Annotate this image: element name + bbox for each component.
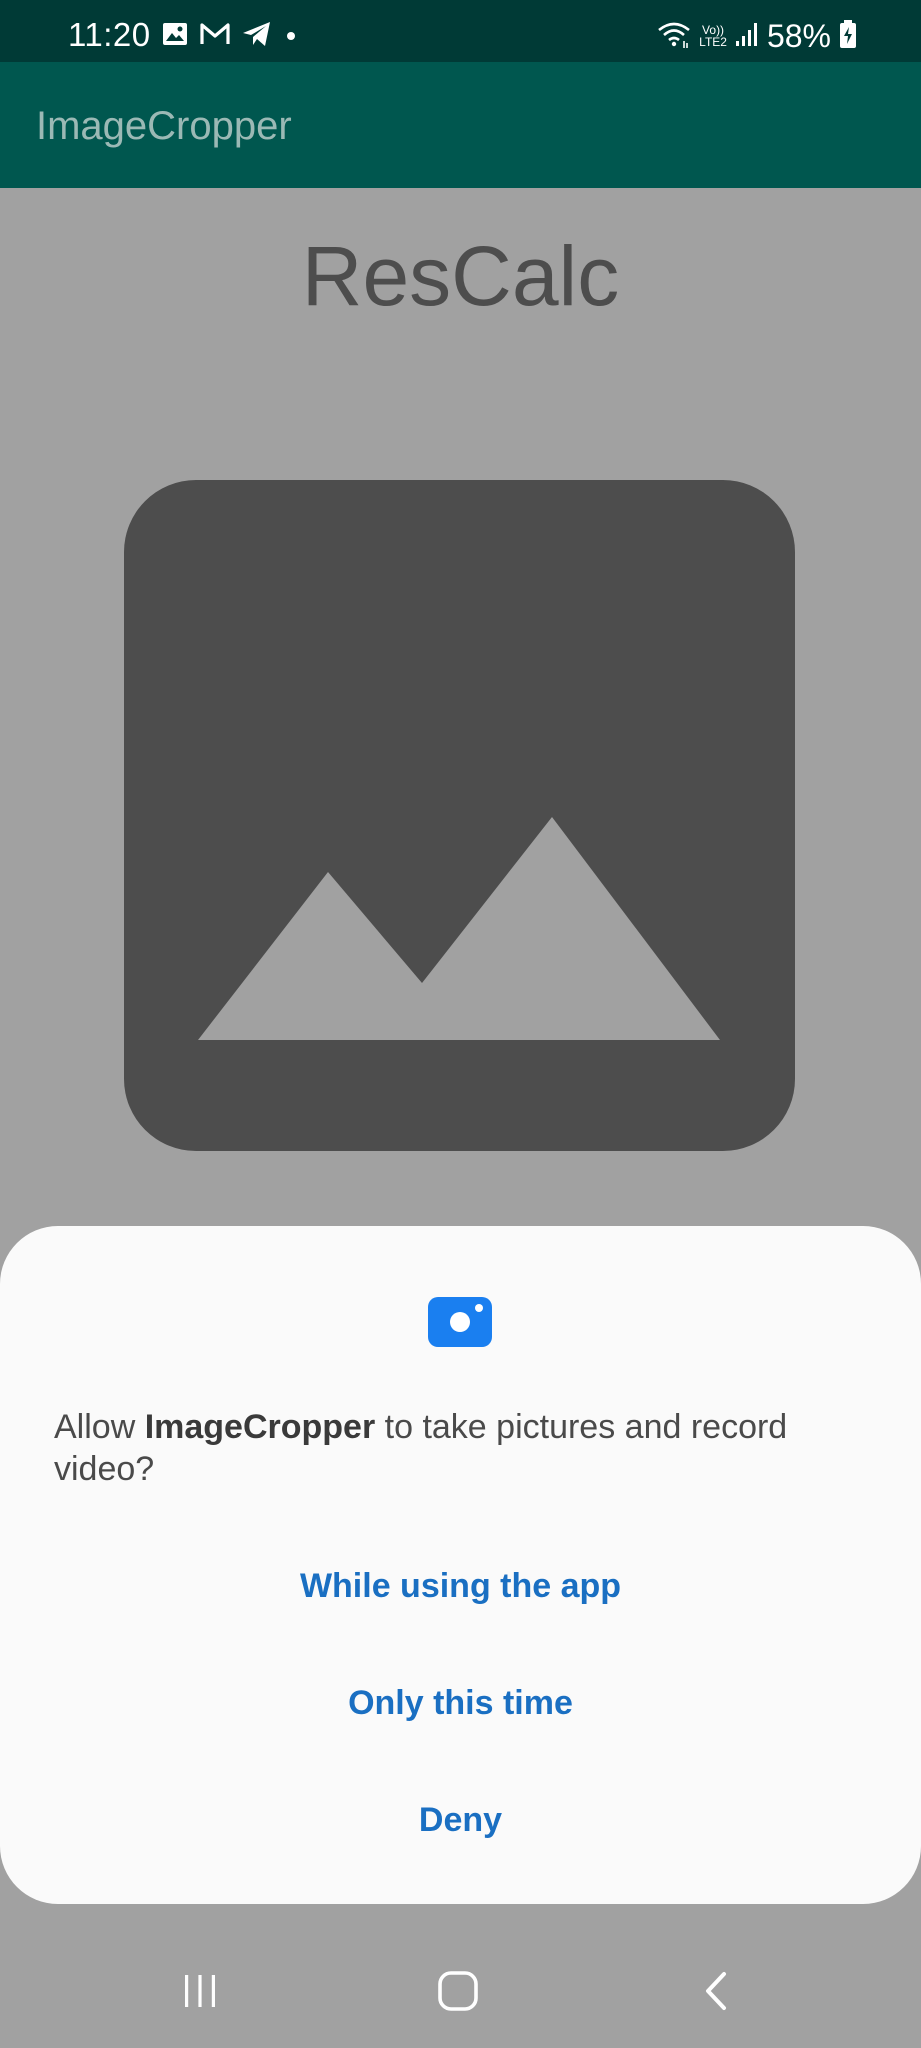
deny-button[interactable]: Deny xyxy=(0,1780,921,1860)
camera-icon xyxy=(428,1297,492,1347)
permission-message: Allow ImageCropper to take pictures and … xyxy=(54,1406,866,1490)
page-title: ResCalc xyxy=(301,229,620,323)
app-bar: ImageCropper xyxy=(0,62,921,188)
telegram-icon xyxy=(242,21,272,52)
back-button[interactable] xyxy=(636,1938,796,2048)
message-prefix: Allow xyxy=(54,1408,145,1446)
image-icon xyxy=(162,22,188,51)
notification-icons xyxy=(162,21,298,52)
home-button[interactable] xyxy=(378,1938,538,2048)
gmail-icon xyxy=(200,22,230,51)
signal-icon xyxy=(735,21,759,52)
system-status-icons: Vo)) LTE2 58% xyxy=(657,18,857,54)
image-placeholder[interactable] xyxy=(124,480,795,1151)
home-icon xyxy=(436,1969,480,2018)
status-bar: 11:20 Vo)) LTE2 58% xyxy=(0,0,921,62)
volte-lte-icon: Vo)) LTE2 xyxy=(699,24,727,48)
lte-label: LTE2 xyxy=(699,35,727,49)
status-time: 11:20 xyxy=(68,16,151,53)
navigation-bar xyxy=(0,1938,921,2048)
image-placeholder-icon xyxy=(124,480,795,1151)
permission-dialog: Allow ImageCropper to take pictures and … xyxy=(0,1226,921,1904)
battery-percentage: 58% xyxy=(766,18,831,54)
while-using-app-button[interactable]: While using the app xyxy=(0,1546,921,1626)
recents-icon xyxy=(180,1971,220,2016)
only-this-time-button[interactable]: Only this time xyxy=(0,1663,921,1743)
wifi-icon xyxy=(657,19,691,54)
recents-button[interactable] xyxy=(120,1938,280,2048)
battery-icon xyxy=(839,19,857,54)
back-icon xyxy=(696,1969,736,2018)
notification-dot-icon xyxy=(284,22,298,51)
message-app-name: ImageCropper xyxy=(144,1408,376,1446)
app-title: ImageCropper xyxy=(36,104,292,148)
